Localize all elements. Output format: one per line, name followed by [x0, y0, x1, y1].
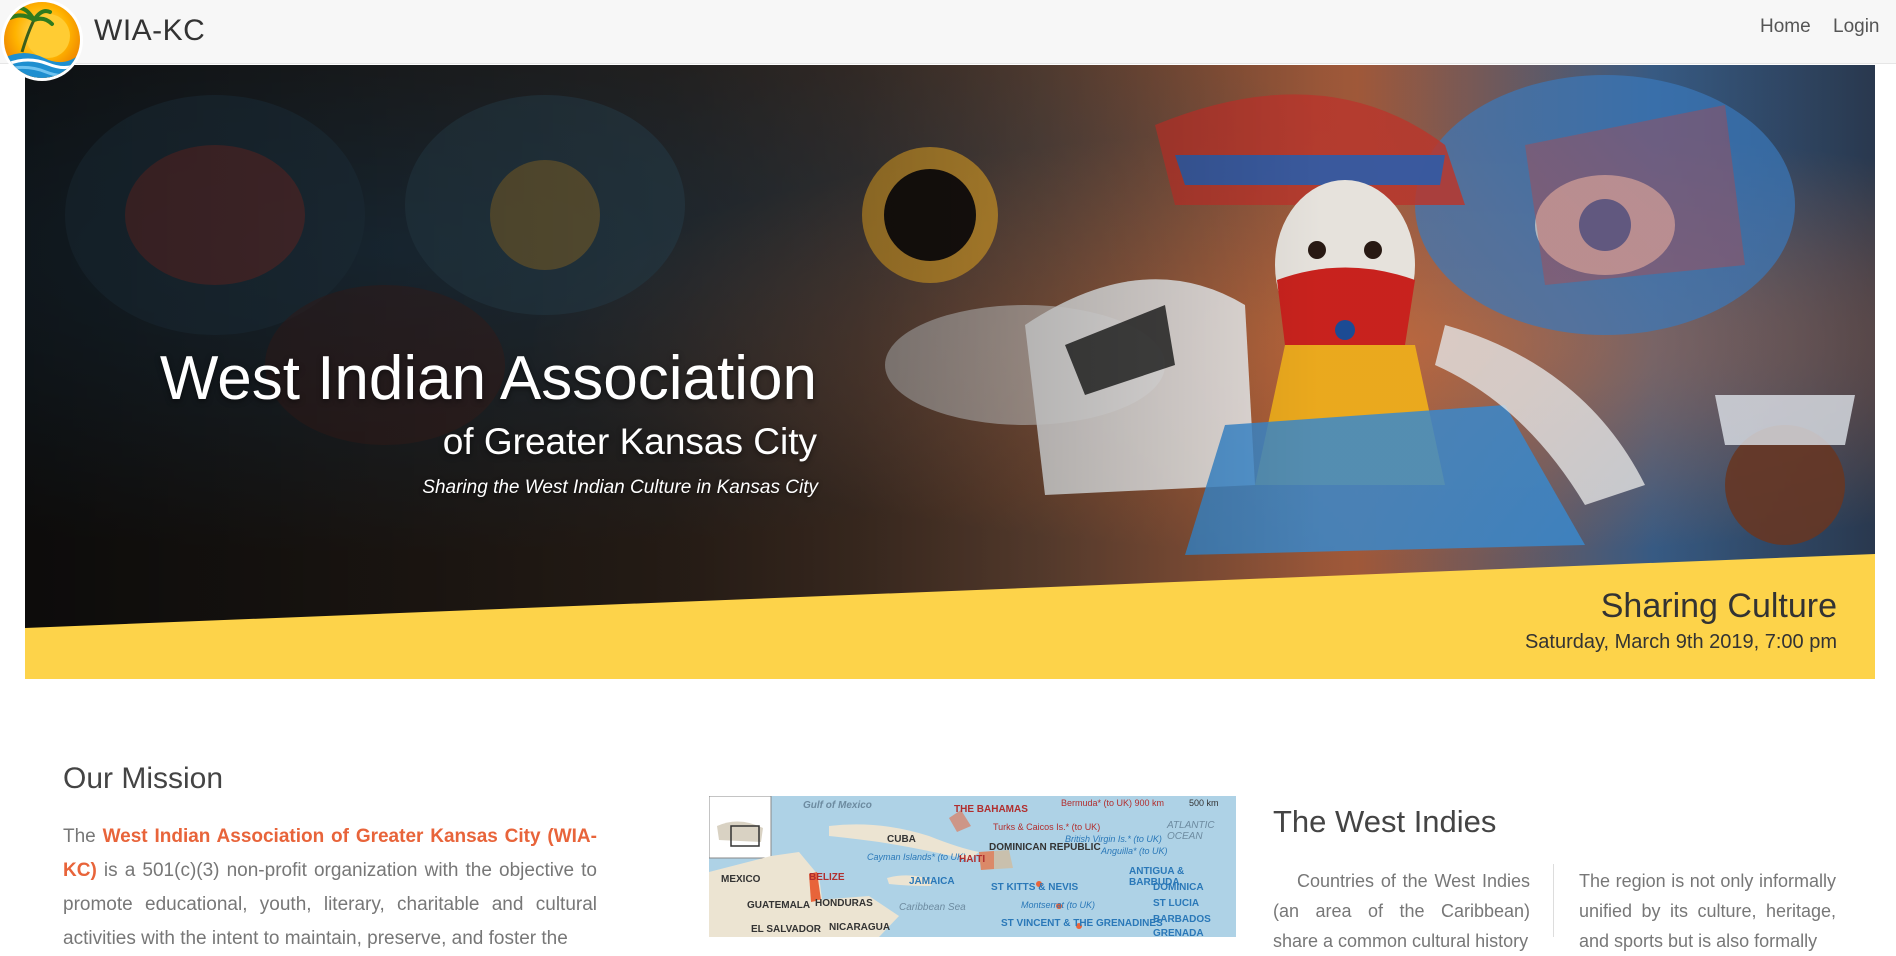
map-label-dominica: DOMINICA [1153, 882, 1204, 893]
hero-title: West Indian Association [159, 344, 817, 413]
map-label-nicaragua: NICARAGUA [829, 922, 891, 933]
top-navbar: WIA-KC Home Login [0, 0, 1896, 78]
map-label-honduras: HONDURAS [815, 898, 873, 909]
map-label-scale: 500 km [1189, 798, 1219, 808]
hero-subtitle: of Greater Kansas City [442, 421, 817, 462]
map-label-jamaica: JAMAICA [909, 876, 955, 887]
map-label-mexico: MEXICO [721, 874, 761, 885]
mission-intro: The [63, 826, 103, 847]
map-label-caribbean-sea: Caribbean Sea [899, 902, 966, 913]
map-label-bahamas: THE BAHAMAS [954, 804, 1028, 815]
hero-tagline: Sharing the West Indian Culture in Kansa… [422, 477, 818, 498]
map-label-barbados: BARBADOS [1153, 914, 1211, 925]
west-indies-heading: The West Indies [1273, 804, 1497, 839]
map-label-st-kitts: ST KITTS & NEVIS [991, 882, 1079, 893]
nav-home-link[interactable]: Home [1760, 16, 1811, 38]
nav-login-link[interactable]: Login [1833, 16, 1880, 38]
palm-wave-icon [4, 5, 80, 78]
map-label-haiti: HAITI [959, 854, 986, 865]
mission-heading: Our Mission [63, 762, 224, 795]
brand-title[interactable]: WIA-KC [94, 14, 205, 48]
mission-text: The West Indian Association of Greater K… [63, 820, 597, 956]
map-label-belize: BELIZE [809, 872, 845, 883]
event-date: Saturday, March 9th 2019, 7:00 pm [1524, 631, 1837, 653]
west-indies-text-col2: The region is not only informally unifie… [1579, 871, 1836, 951]
map-label-st-vincent: ST VINCENT & THE GRENADINES [1001, 918, 1163, 929]
map-label-atlantic: ATLANTIC OCEAN [1167, 820, 1215, 842]
wia-kc-logo[interactable] [4, 2, 80, 78]
event-title: Sharing Culture [1600, 587, 1837, 625]
map-label-cuba: CUBA [887, 834, 916, 845]
map-label-grenada: GRENADA [1153, 928, 1204, 937]
map-label-bvi: British Virgin Is.* (to UK) [1065, 834, 1162, 844]
column-divider [1553, 864, 1554, 937]
map-label-montserrat: Montserrat (to UK) [1021, 900, 1096, 910]
map-label-gulf: Gulf of Mexico [803, 800, 872, 811]
map-label-st-lucia: ST LUCIA [1153, 898, 1200, 909]
map-label-bermuda: Bermuda* (to UK) 900 km [1061, 798, 1165, 808]
map-label-guatemala: GUATEMALA [747, 900, 811, 911]
hero-section: West Indian Association of Greater Kansa… [25, 65, 1875, 679]
map-label-turks: Turks & Caicos Is.* (to UK) [993, 822, 1101, 832]
caribbean-map: Gulf of Mexico THE BAHAMAS Bermuda* (to … [709, 796, 1236, 937]
map-label-cayman: Cayman Islands* (to UK) [867, 852, 967, 862]
map-label-anguilla: Anguilla* (to UK) [1101, 846, 1168, 856]
map-label-el-salvador: EL SALVADOR [751, 924, 822, 935]
mission-body: is a 501(c)(3) non-profit organization w… [63, 860, 597, 949]
west-indies-text-col1: Countries of the West Indies (an area of… [1273, 871, 1530, 951]
